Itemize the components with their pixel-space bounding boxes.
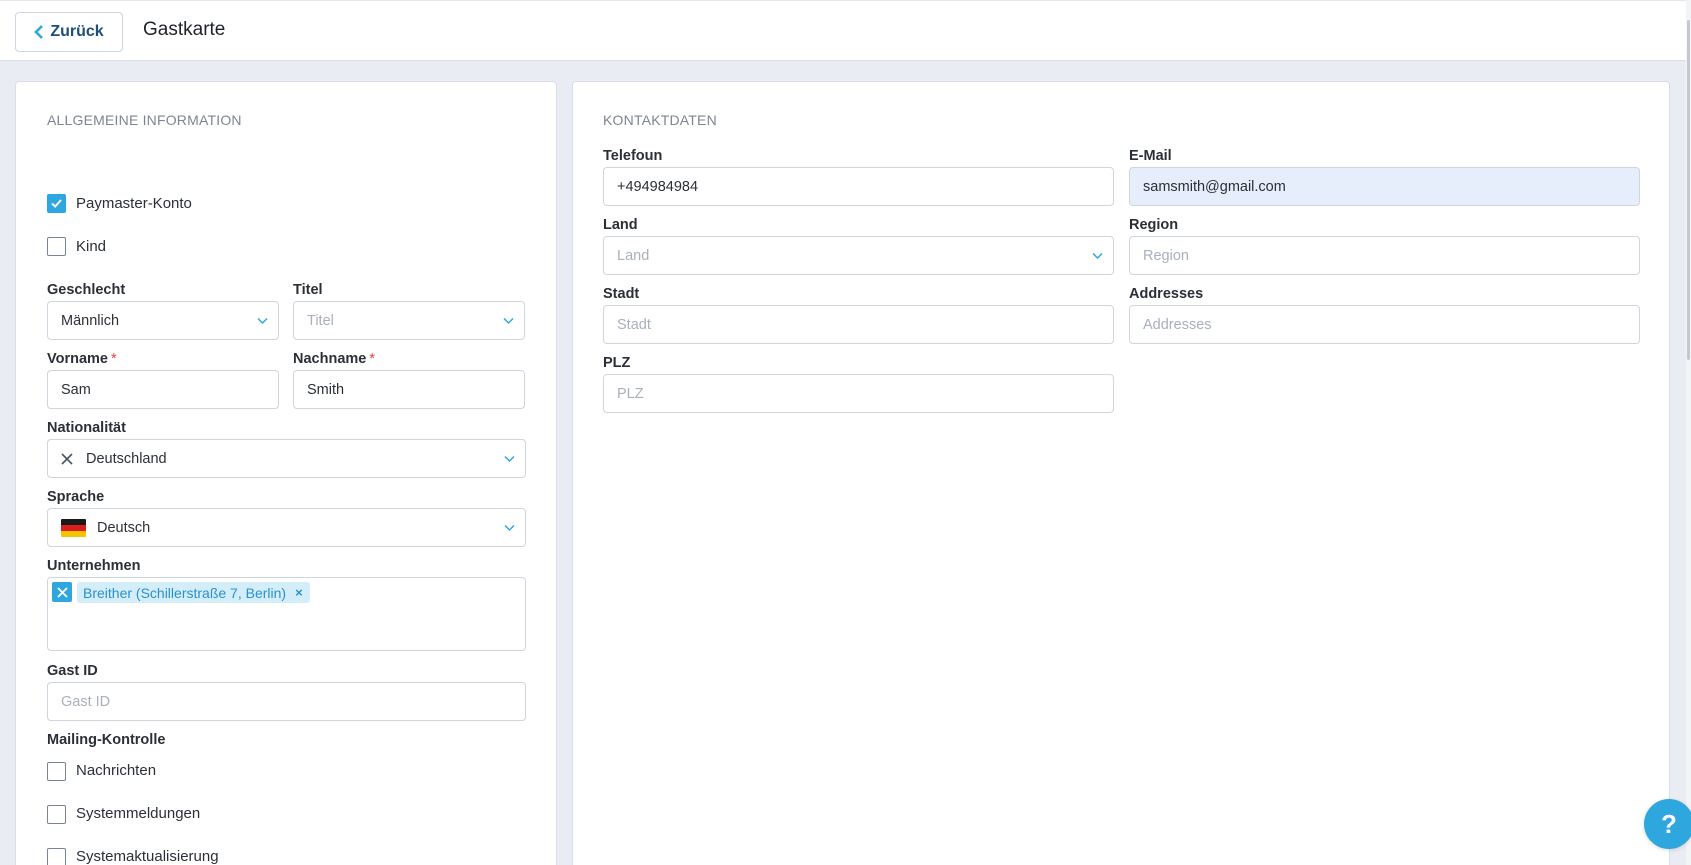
chevron-down-icon [504, 455, 515, 463]
mailing-system-update-label: Systemaktualisierung [76, 848, 219, 865]
addresses-label: Addresses [1129, 286, 1204, 302]
region-label: Region [1129, 217, 1179, 233]
country-select[interactable]: Land [603, 236, 1114, 275]
remove-tag-icon[interactable]: × [295, 585, 303, 600]
guest-id-label: Gast ID [47, 663, 98, 679]
chevron-down-icon [257, 317, 268, 325]
chevron-down-icon [1092, 252, 1103, 260]
phone-label: Telefoun [603, 148, 663, 164]
lastname-label-text: Nachname [293, 351, 367, 367]
language-label: Sprache [47, 489, 105, 505]
chevron-down-icon [503, 317, 514, 325]
country-label: Land [603, 217, 638, 233]
mailing-system-messages-checkbox[interactable] [47, 805, 66, 824]
zip-label: PLZ [603, 355, 631, 371]
paymaster-checkbox[interactable] [47, 194, 66, 213]
chevron-left-icon [34, 25, 44, 39]
general-section-title: ALLGEMEINE INFORMATION [47, 112, 242, 128]
page-title: Gastkarte [143, 19, 226, 40]
top-bar: Zurück Gastkarte [0, 0, 1691, 61]
close-icon [56, 586, 68, 598]
child-checkbox[interactable] [47, 237, 66, 256]
title-placeholder: Titel [307, 312, 334, 329]
mailing-system-messages-label: Systemmeldungen [76, 805, 201, 822]
check-icon [51, 199, 62, 208]
back-button[interactable]: Zurück [15, 12, 123, 52]
close-icon[interactable] [61, 452, 73, 465]
country-placeholder: Land [617, 247, 650, 264]
company-tag-label: Breither (Schillerstraße 7, Berlin) [83, 584, 287, 601]
addresses-input[interactable] [1129, 305, 1640, 344]
back-button-label: Zurück [50, 23, 104, 40]
language-value: Deutsch [97, 519, 151, 536]
firstname-label: Vorname * [47, 351, 117, 367]
chevron-down-icon [504, 524, 515, 532]
clear-company-button[interactable] [52, 582, 72, 602]
firstname-input[interactable] [47, 370, 279, 409]
title-select[interactable]: Titel [293, 301, 525, 340]
gender-select[interactable]: Männlich [47, 301, 279, 340]
scrollbar-thumb[interactable] [1687, 20, 1690, 360]
required-mark: * [110, 351, 117, 367]
general-info-panel: ALLGEMEINE INFORMATION Paymaster-Konto K… [15, 81, 557, 865]
firstname-label-text: Vorname [47, 351, 108, 367]
contact-panel: KONTAKTDATEN Telefoun E-Mail Land Land R… [572, 81, 1670, 865]
mailing-system-update-checkbox[interactable] [47, 848, 66, 865]
company-tag: Breither (Schillerstraße 7, Berlin) × [77, 582, 310, 603]
city-input[interactable] [603, 305, 1114, 344]
required-mark: * [369, 351, 375, 367]
mailing-news-checkbox[interactable] [47, 762, 66, 781]
nationality-select[interactable]: Deutschland [47, 439, 526, 478]
nationality-label: Nationalität [47, 420, 126, 436]
title-label: Titel [293, 282, 323, 298]
mailing-news-label: Nachrichten [76, 762, 157, 779]
region-input[interactable] [1129, 236, 1640, 275]
language-select[interactable]: Deutsch [47, 508, 526, 547]
phone-input[interactable] [603, 167, 1114, 206]
email-input[interactable] [1129, 167, 1640, 206]
help-button[interactable]: ? [1644, 799, 1691, 849]
mailing-label: Mailing-Kontrolle [47, 732, 166, 748]
email-label: E-Mail [1129, 148, 1172, 164]
lastname-input[interactable] [293, 370, 525, 409]
company-multiselect[interactable]: Breither (Schillerstraße 7, Berlin) × [47, 577, 526, 651]
contact-section-title: KONTAKTDATEN [603, 112, 717, 128]
german-flag-icon [61, 518, 86, 537]
guest-id-input[interactable] [47, 682, 526, 721]
gender-value: Männlich [61, 312, 120, 329]
zip-input[interactable] [603, 374, 1114, 413]
child-label: Kind [76, 238, 107, 255]
nationality-value: Deutschland [86, 450, 167, 467]
lastname-label: Nachname * [293, 351, 375, 367]
city-label: Stadt [603, 286, 640, 302]
gender-label: Geschlecht [47, 282, 126, 298]
company-label: Unternehmen [47, 558, 141, 574]
paymaster-label: Paymaster-Konto [76, 195, 192, 212]
